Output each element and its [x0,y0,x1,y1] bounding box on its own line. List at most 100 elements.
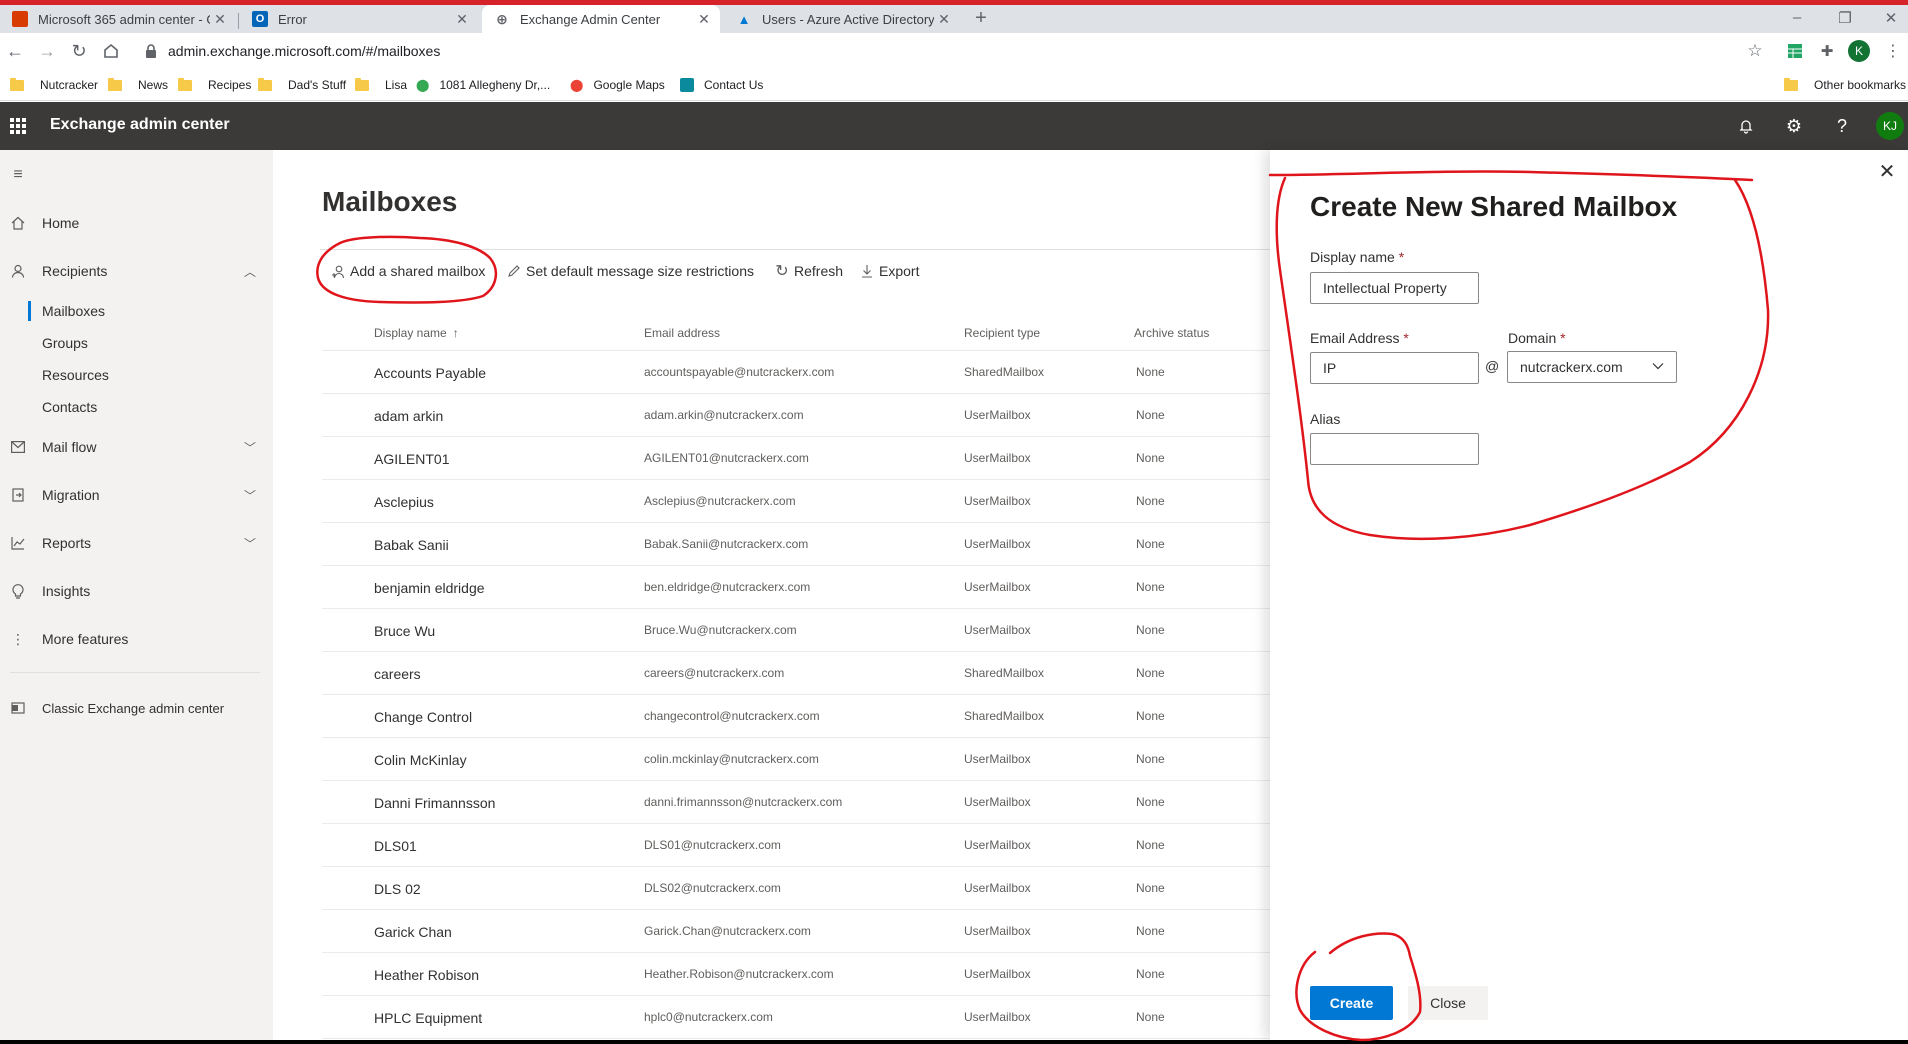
refresh-button[interactable]: ↻ Refresh [774,260,843,282]
table-row[interactable]: Asclepius Asclepius@nutcrackerx.com UserMa… [322,480,1270,523]
table-row[interactable]: AGILENT01 AGILENT01@nutcrackerx.com UserMa… [322,437,1270,480]
bookmark-lisa[interactable]: Lisa [355,75,407,95]
close-icon[interactable]: ✕ [210,11,230,28]
create-button[interactable]: Create [1310,986,1393,1020]
close-icon[interactable]: ✕ [694,11,714,28]
cell-display-name: adam arkin [374,408,444,424]
gear-icon[interactable]: ⚙ [1782,114,1806,138]
star-icon[interactable]: ☆ [1742,39,1768,63]
domain-dropdown[interactable]: nutcrackerx.com [1507,351,1677,383]
table-row[interactable]: DLS01 DLS01@nutcrackerx.com UserMailbox Non… [322,824,1270,867]
back-icon[interactable]: ← [2,39,28,63]
table-row[interactable]: Danni Frimannsson danni.frimannsson@nutcr… [322,781,1270,824]
puzzle-icon[interactable]: ✚ [1814,39,1840,63]
window-close-icon[interactable]: ✕ [1876,9,1906,27]
cell-email: Bruce.Wu@nutcrackerx.com [644,623,797,637]
nav-item-more-features[interactable]: ⋮ More features [0,624,273,654]
table-row[interactable]: Accounts Payable accountspayable@nutcrack… [322,351,1270,394]
minimize-icon[interactable]: – [1782,9,1812,26]
reload-icon[interactable]: ↻ [66,39,92,63]
nav-item-insights[interactable]: Insights [0,576,273,606]
restore-icon[interactable]: ❐ [1830,9,1860,27]
table-row[interactable]: benjamin eldridge ben.eldridge@nutcracker… [322,566,1270,609]
nav-item-resources[interactable]: Resources [0,362,273,388]
bookmark-nutcracker[interactable]: Nutcracker [10,75,98,95]
bookmark-news[interactable]: News [108,75,168,95]
nav-item-reports[interactable]: Reports ﹀ [0,528,273,558]
table-row[interactable]: Bruce Wu Bruce.Wu@nutcrackerx.com UserMail… [322,609,1270,652]
folder-icon [355,77,369,91]
table-row[interactable]: Garick Chan Garick.Chan@nutcrackerx.com Us… [322,910,1270,953]
nav-item-home[interactable]: Home [0,208,273,238]
app-launcher-icon[interactable] [10,118,26,134]
bookmark-google-maps[interactable]: ⬤ Google Maps [570,75,665,95]
close-icon[interactable]: ✕ [934,11,954,28]
table-row[interactable]: Babak Sanii Babak.Sanii@nutcrackerx.com Us… [322,523,1270,566]
display-name-field[interactable]: Intellectual Property [1310,272,1479,304]
panel-title: Create New Shared Mailbox [1310,191,1678,222]
cell-recipient-type: UserMailbox [964,752,1031,766]
nav-label: Recipients [42,263,108,279]
close-icon[interactable]: ✕ [452,11,472,28]
column-header-display-name[interactable]: Display name ↑ [374,326,459,340]
nav-item-groups[interactable]: Groups [0,330,273,356]
bookmark-dads-stuff[interactable]: Dad's Stuff [258,75,346,95]
lock-icon[interactable] [144,43,158,59]
azure-icon: ▲ [737,11,751,27]
email-address-field[interactable]: IP [1310,352,1479,384]
set-default-size-button[interactable]: Set default message size restrictions [506,260,754,282]
column-header-recipient-type[interactable]: Recipient type [964,326,1040,340]
home-browser-icon[interactable] [98,39,124,63]
table-row[interactable]: adam arkin adam.arkin@nutcrackerx.com User… [322,394,1270,437]
cell-archive-status: None [1136,623,1165,637]
bookmark-recipes[interactable]: Recipes [178,75,251,95]
table-row[interactable]: Heather Robison Heather.Robison@nutcracke… [322,953,1270,996]
domain-label: Domain * [1508,330,1566,346]
browser-tab-error[interactable]: O Error ✕ [240,5,478,33]
cell-archive-status: None [1136,494,1165,508]
table-row[interactable]: careers careers@nutcrackerx.com SharedMail… [322,652,1270,695]
nav-item-migration[interactable]: Migration ﹀ [0,480,273,510]
column-header-email[interactable]: Email address [644,326,720,340]
extension-sheets-icon[interactable] [1782,39,1808,63]
forward-icon[interactable]: → [34,39,60,63]
new-tab-icon[interactable]: + [966,7,996,30]
nav-item-classic-eac[interactable]: Classic Exchange admin center [0,693,273,723]
table-row[interactable]: Change Control changecontrol@nutcrackerx.… [322,695,1270,738]
exchange-icon [10,700,26,716]
cell-email: AGILENT01@nutcrackerx.com [644,451,809,465]
cell-display-name: DLS 02 [374,881,421,897]
app-title[interactable]: Exchange admin center [50,116,230,134]
nav-item-mailboxes[interactable]: Mailboxes [0,298,273,324]
help-icon[interactable]: ? [1830,114,1854,138]
cell-recipient-type: UserMailbox [964,967,1031,981]
alias-field[interactable] [1310,433,1479,465]
nav-item-mail-flow[interactable]: Mail flow ﹀ [0,432,273,462]
close-button[interactable]: Close [1408,986,1488,1020]
bottom-strip [0,1040,1908,1044]
profile-avatar[interactable]: K [1846,39,1872,63]
avatar[interactable]: KJ [1876,112,1904,140]
refresh-icon: ↻ [775,263,789,280]
browser-tab-exchange[interactable]: ⊕ Exchange Admin Center ✕ [482,5,720,33]
browser-tab-m365[interactable]: Microsoft 365 admin center - Gro ✕ [0,5,236,33]
close-icon[interactable]: ✕ [1876,160,1898,183]
table-row[interactable]: DLS 02 DLS02@nutcrackerx.com UserMailbox No… [322,867,1270,910]
url-input[interactable]: admin.exchange.microsoft.com/#/mailboxes [168,43,440,59]
bookmark-other[interactable]: Other bookmarks [1784,75,1906,95]
bookmark-allegheny[interactable]: ⬤ 1081 Allegheny Dr,... [416,75,550,95]
browser-tab-azure[interactable]: ▲ Users - Azure Active Directory ad ✕ [724,5,960,33]
cell-recipient-type: UserMailbox [964,580,1031,594]
nav-item-recipients[interactable]: Recipients ︿ [0,256,273,286]
table-row[interactable]: HPLC Equipment hplc0@nutcrackerx.com UserM… [322,996,1270,1039]
bookmark-contact-us[interactable]: Contact Us [680,75,763,95]
table-row[interactable]: Colin McKinlay colin.mckinlay@nutcrackerx… [322,738,1270,781]
browser-menu-icon[interactable]: ⋮ [1880,39,1906,63]
bell-icon[interactable] [1734,114,1758,138]
column-header-archive-status[interactable]: Archive status [1134,326,1209,340]
cell-archive-status: None [1136,795,1165,809]
export-button[interactable]: Export [859,260,919,282]
add-shared-mailbox-button[interactable]: Add a shared mailbox [330,260,485,282]
nav-collapse-button[interactable]: ≡ [0,160,273,190]
nav-item-contacts[interactable]: Contacts [0,394,273,420]
